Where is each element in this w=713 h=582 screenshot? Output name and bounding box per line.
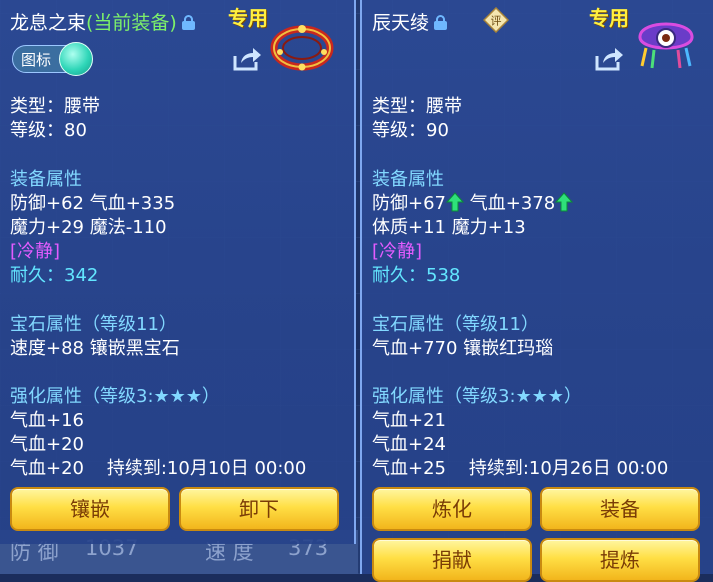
equipped-item-panel: 龙息之束(当前装备) 专用 图标 类型：腰带 等级：80 装备属性 防御+62 … — [0, 0, 356, 544]
share-icon[interactable] — [232, 46, 262, 72]
compare-item-panel: 辰天绫 专用 类型：腰带 等级：90 装备属性 防御+67 气血+378 体质+… — [360, 0, 713, 582]
attr-defense: 防御+67 — [372, 193, 446, 214]
attr-line-1: 防御+67 气血+378 — [372, 189, 574, 215]
attr-hp: 气血+378 — [469, 193, 556, 214]
attr-line-1: 防御+62 气血+335 — [10, 193, 176, 214]
attr-line-2: 魔力+29 魔法-110 — [10, 217, 167, 238]
enhance-header: 强化属性（等级3:★★★） — [372, 386, 582, 407]
refine-button[interactable]: 炼化 — [372, 487, 532, 531]
up-arrow-icon — [555, 192, 574, 212]
rating-badge-icon[interactable]: 评 — [483, 7, 509, 33]
belt-item-icon[interactable] — [270, 22, 334, 74]
lock-icon — [434, 15, 448, 30]
special-effect: [冷静] — [372, 241, 423, 262]
enhance-line-3: 气血+20 持续到:10月10日 00:00 — [10, 458, 307, 479]
extract-button[interactable]: 提炼 — [540, 538, 700, 582]
item-title: 辰天绫 — [372, 8, 448, 35]
attr-header: 装备属性 — [10, 169, 82, 190]
gem-header: 宝石属性（等级11） — [372, 314, 539, 335]
gem-line: 气血+770 镶嵌红玛瑙 — [372, 338, 554, 359]
donate-button[interactable]: 捐献 — [372, 538, 532, 582]
enhance-line-1: 气血+21 — [372, 410, 446, 431]
icon-toggle-label: 图标 — [21, 51, 52, 69]
item-name: 辰天绫 — [372, 12, 430, 34]
item-type: 类型：腰带 — [10, 96, 100, 117]
durability: 耐久：342 — [10, 265, 99, 286]
enhance-header: 强化属性（等级3:★★★） — [10, 386, 220, 407]
item-level: 等级：80 — [10, 120, 87, 141]
current-equipped-tag: (当前装备) — [86, 12, 177, 34]
rating-badge-text: 评 — [491, 15, 502, 28]
sash-item-icon[interactable] — [634, 14, 698, 72]
enhance-line-2: 气血+20 — [10, 434, 84, 455]
equip-button[interactable]: 装备 — [540, 487, 700, 531]
enhance-line-3: 气血+25 持续到:10月26日 00:00 — [372, 458, 669, 479]
up-arrow-icon — [446, 192, 464, 212]
item-name: 龙息之束 — [10, 12, 87, 34]
item-level: 等级：90 — [372, 120, 449, 141]
special-effect: [冷静] — [10, 241, 61, 262]
item-type: 类型：腰带 — [372, 96, 462, 117]
durability: 耐久：538 — [372, 265, 461, 286]
exclusive-tag: 专用 — [228, 6, 268, 30]
exclusive-tag: 专用 — [589, 6, 629, 30]
lock-icon — [181, 15, 195, 30]
inlay-button[interactable]: 镶嵌 — [10, 487, 170, 531]
gem-line: 速度+88 镶嵌黑宝石 — [10, 338, 180, 359]
share-icon[interactable] — [594, 46, 624, 72]
gem-header: 宝石属性（等级11） — [10, 314, 177, 335]
enhance-line-1: 气血+16 — [10, 410, 84, 431]
unequip-button[interactable]: 卸下 — [179, 487, 339, 531]
attr-header: 装备属性 — [372, 169, 444, 190]
icon-toggle[interactable]: 图标 — [12, 42, 93, 76]
item-title: 龙息之束(当前装备) — [10, 8, 195, 35]
toggle-knob — [59, 42, 93, 76]
attr-line-2: 体质+11 魔力+13 — [372, 217, 526, 238]
enhance-line-2: 气血+24 — [372, 434, 446, 455]
